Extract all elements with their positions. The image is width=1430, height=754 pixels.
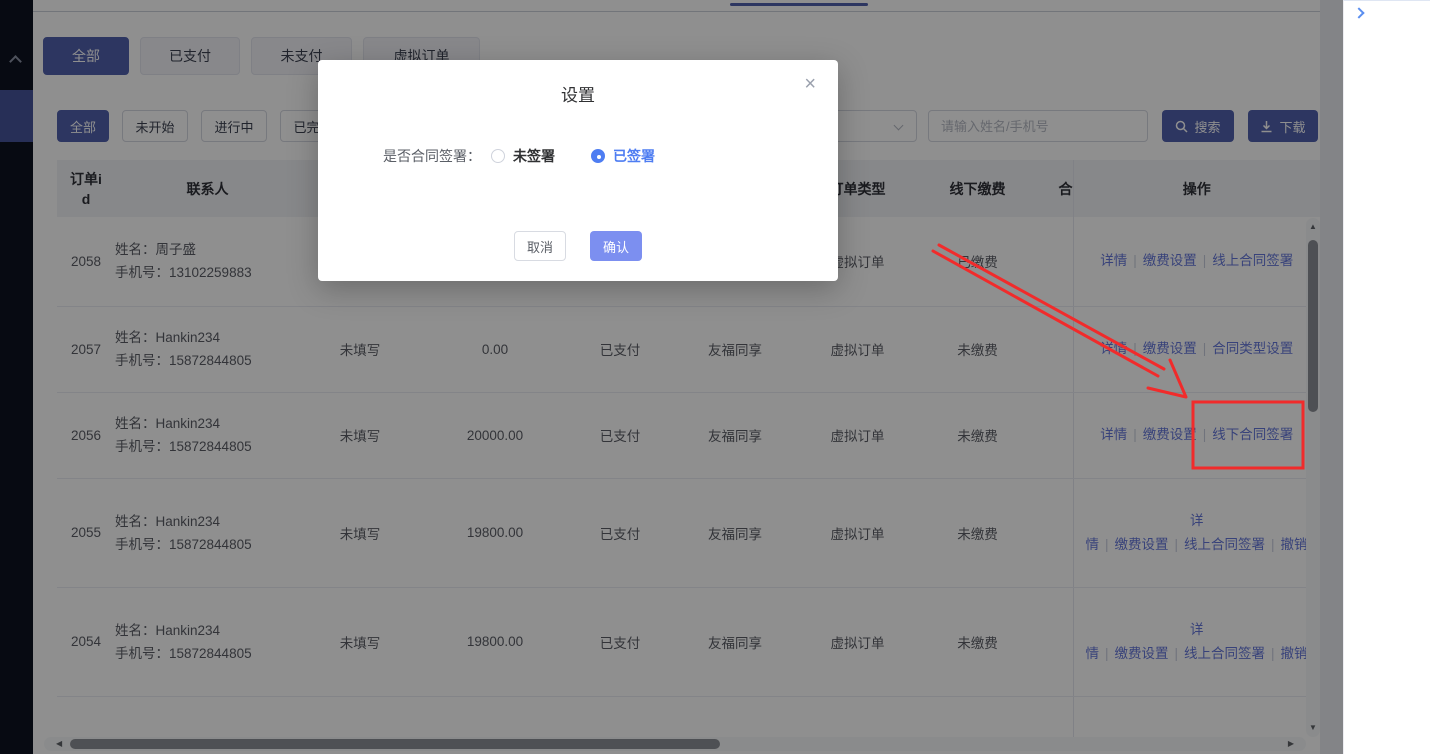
contract-sign-row: 是否合同签署： 未签署 已签署 (383, 146, 691, 166)
chevron-right-icon[interactable] (1353, 7, 1364, 18)
radio-label: 未签署 (513, 146, 555, 166)
modal-title: 设置 (318, 81, 838, 106)
radio-icon (491, 149, 505, 163)
cancel-button[interactable]: 取消 (514, 231, 566, 261)
radio-option-已签署[interactable]: 已签署 (591, 146, 655, 166)
settings-modal: 设置 × 是否合同签署： 未签署 已签署 取消 确认 (318, 60, 838, 281)
contract-sign-label: 是否合同签署： (383, 146, 481, 166)
radio-label: 已签署 (613, 146, 655, 166)
radio-group: 未签署 已签署 (491, 146, 691, 166)
radio-option-未签署[interactable]: 未签署 (491, 146, 555, 166)
app-root: 全部已支付未支付虚拟订单 全部未开始进行中已完成 搜索 下载 订单id联系人订单… (0, 0, 1430, 754)
right-panel (1343, 0, 1430, 754)
modal-footer: 取消 确认 (318, 231, 838, 261)
radio-icon (591, 149, 605, 163)
close-icon[interactable]: × (804, 74, 816, 94)
confirm-button[interactable]: 确认 (590, 231, 642, 261)
